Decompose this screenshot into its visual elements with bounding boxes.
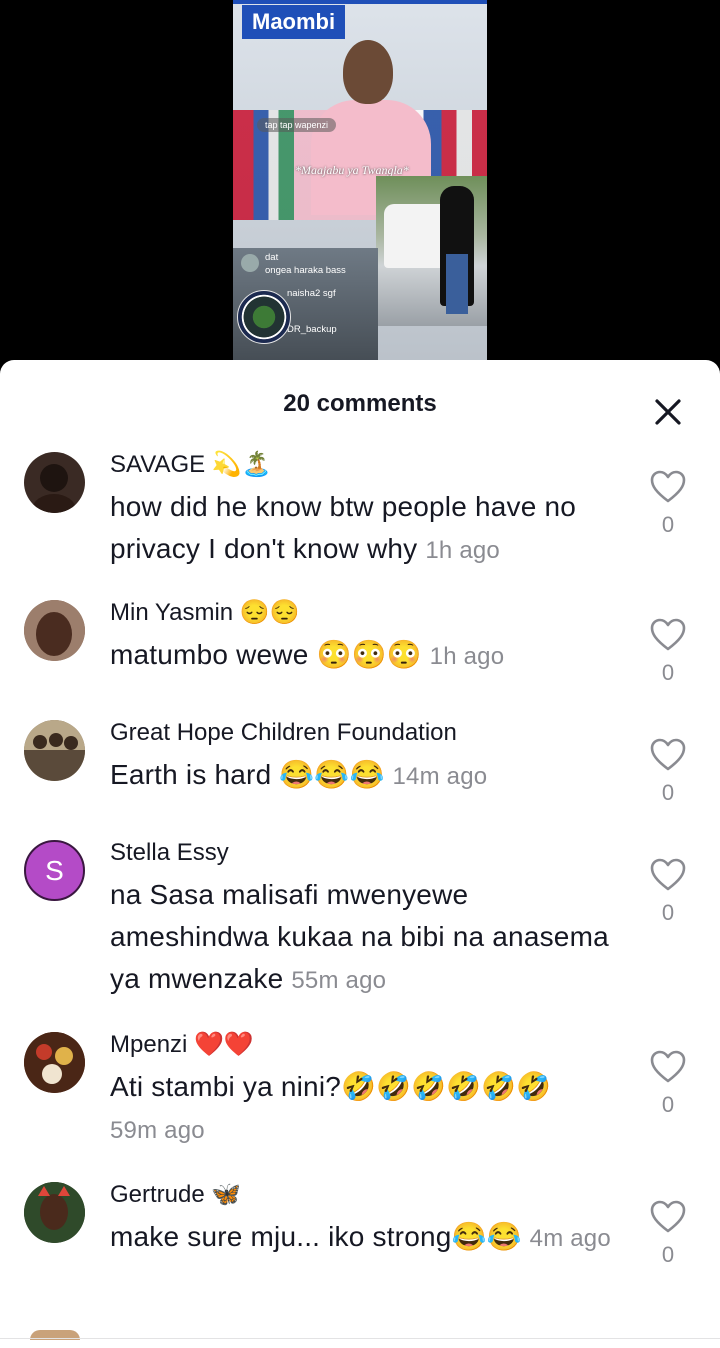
video-person-head (343, 40, 393, 104)
inset-person-legs (446, 254, 468, 314)
comment-text: make sure mju... iko strong😂😂 4m ago (110, 1216, 620, 1260)
avatar[interactable]: S (24, 840, 85, 901)
like-button[interactable]: 0 (646, 1200, 690, 1268)
comment-body: Mpenzi ❤️❤️ Ati stambi ya nini?🤣🤣🤣🤣🤣🤣 59m… (110, 1030, 620, 1152)
avatar[interactable] (24, 720, 85, 781)
heart-icon (650, 738, 686, 771)
comment-username[interactable]: SAVAGE 💫🏝️ (110, 450, 620, 480)
heart-icon (650, 1200, 686, 1233)
comment-text: Earth is hard 😂😂😂 14m ago (110, 754, 620, 798)
heart-icon (650, 470, 686, 503)
like-button[interactable]: 0 (646, 618, 690, 686)
comment-timestamp: 55m ago (291, 967, 387, 994)
comment-timestamp: 4m ago (529, 1225, 611, 1252)
comment-text-content: Ati stambi ya nini?🤣🤣🤣🤣🤣🤣 (110, 1071, 552, 1102)
avatar[interactable] (24, 452, 85, 513)
comment-timestamp: 59m ago (110, 1117, 205, 1144)
like-button[interactable]: 0 (646, 1050, 690, 1118)
comment-timestamp: 1h ago (429, 643, 505, 670)
close-button[interactable] (646, 390, 690, 434)
comments-count-title: 20 comments (283, 390, 437, 417)
avatar[interactable] (24, 600, 85, 661)
comment-timestamp: 1h ago (425, 537, 500, 564)
comment-text: na Sasa malisafi mwenyewe ameshindwa kuk… (110, 874, 620, 1002)
channel-badge-logo (237, 290, 291, 344)
like-count: 0 (661, 660, 675, 685)
avatar[interactable] (24, 1032, 85, 1093)
comment-body: Min Yasmin 😔😔 matumbo wewe 😳😳😳 1h ago (110, 598, 620, 678)
comment-username[interactable]: Great Hope Children Foundation (110, 718, 620, 748)
comment-timestamp: 14m ago (392, 763, 488, 790)
video-pill-label: tap tap wapenzi (257, 118, 337, 132)
comment-username[interactable]: Gertrude 🦋 (110, 1180, 620, 1210)
video-frame: Maombi tap tap wapenzi *Maajabu ya Twang… (233, 0, 487, 380)
comments-sheet: 20 comments SAVAGE 💫🏝️ how did he know b… (0, 360, 720, 1348)
comment-text: how did he know btw people have no priva… (110, 486, 620, 572)
comment-body: Stella Essy na Sasa malisafi mwenyewe am… (110, 838, 620, 1002)
video-inset (376, 176, 487, 326)
comment-text: matumbo wewe 😳😳😳 1h ago (110, 634, 620, 678)
like-count: 0 (661, 900, 675, 925)
live-comment-user: naisha2 sgf (287, 288, 336, 299)
like-button[interactable]: 0 (646, 858, 690, 926)
heart-icon (650, 1050, 686, 1083)
comment-username[interactable]: Stella Essy (110, 838, 620, 868)
like-count: 0 (661, 1242, 675, 1267)
like-count: 0 (661, 780, 675, 805)
comment-username[interactable]: Min Yasmin 😔😔 (110, 598, 620, 628)
close-icon (655, 399, 681, 425)
like-count: 0 (661, 1092, 675, 1117)
video-topbar (233, 0, 487, 4)
comment-text-content: how did he know btw people have no priva… (110, 491, 577, 564)
video-player[interactable]: Maombi tap tap wapenzi *Maajabu ya Twang… (0, 0, 720, 380)
comment-text-content: make sure mju... iko strong😂😂 (110, 1221, 522, 1252)
live-comment-user: dat (265, 252, 279, 263)
comment-body: Great Hope Children Foundation Earth is … (110, 718, 620, 798)
comment-text-content: matumbo wewe 😳😳😳 (110, 639, 422, 670)
video-title: Maombi (242, 5, 346, 39)
comment-username[interactable]: Mpenzi ❤️❤️ (110, 1030, 620, 1060)
heart-icon (650, 618, 686, 651)
avatar[interactable] (24, 1182, 85, 1243)
comment-text-content: Earth is hard 😂😂😂 (110, 759, 385, 790)
like-button[interactable]: 0 (646, 470, 690, 538)
comment-body: Gertrude 🦋 make sure mju... iko strong😂😂… (110, 1180, 620, 1260)
comment-body: SAVAGE 💫🏝️ how did he know btw people ha… (110, 450, 620, 572)
like-count: 0 (661, 512, 675, 537)
comment-text: Ati stambi ya nini?🤣🤣🤣🤣🤣🤣 59m ago (110, 1066, 620, 1152)
live-comment-avatar (241, 254, 259, 272)
heart-icon (650, 858, 686, 891)
live-comment-text: ongea haraka bass (265, 265, 346, 276)
divider (0, 1338, 720, 1339)
like-button[interactable]: 0 (646, 738, 690, 806)
live-comment-user: DR_backup (287, 324, 337, 335)
